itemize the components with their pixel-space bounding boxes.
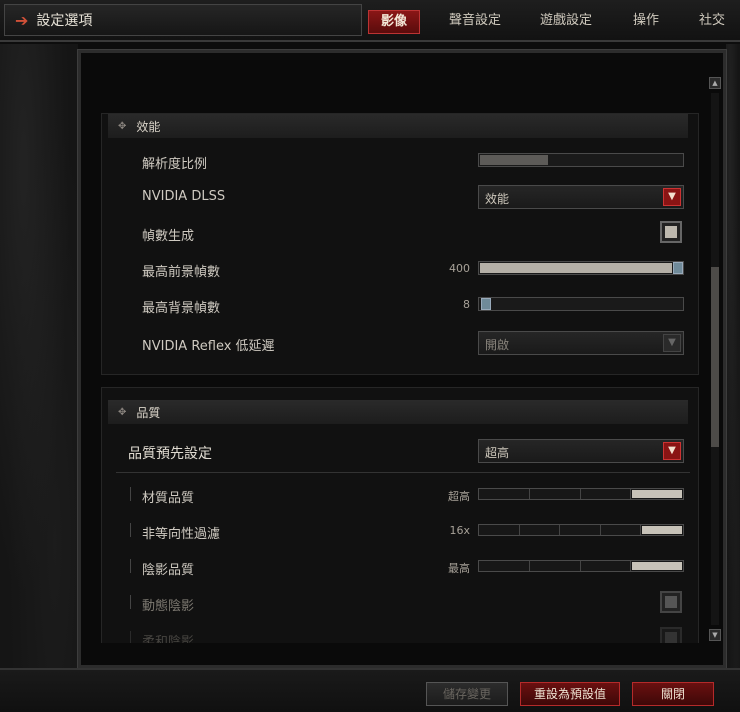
reflex-dropdown[interactable]: 開啟 ▼ [478, 331, 684, 355]
window-title: 設定選項 [36, 13, 93, 29]
level-segment [581, 489, 632, 499]
soft-shadows-checkbox[interactable] [660, 627, 682, 643]
quality-heading: ✥ 品質 [108, 400, 688, 424]
level-segment-active [632, 562, 682, 570]
tree-line [130, 559, 131, 573]
row-dynamic-shadows: 動態陰影 [102, 588, 698, 618]
quality-section: ✥ 品質 品質預先設定 超高 ▼ 材質品質 超高 非等向性過濾 16x 陰影品質… [101, 387, 699, 643]
divider [116, 472, 690, 473]
close-button[interactable]: 關閉 [632, 682, 714, 706]
row-resolution-scale: 解析度比例 [102, 146, 698, 176]
level-segment-active [642, 526, 682, 534]
chevron-down-icon[interactable]: ▼ [663, 442, 681, 460]
reset-defaults-button[interactable]: 重設為預設值 [520, 682, 620, 706]
shadow-quality-level-bar[interactable] [478, 560, 684, 572]
right-stone-frame [726, 44, 740, 668]
settings-scroll-area: ✥ 效能 解析度比例 NVIDIA DLSS 效能 ▼ 幀數生成 最高前景幀數 … [87, 73, 705, 643]
level-segment [560, 525, 601, 535]
level-segment [520, 525, 561, 535]
texture-quality-level-bar[interactable] [478, 488, 684, 500]
level-segment [479, 561, 530, 571]
max-foreground-fps-slider[interactable] [478, 261, 684, 275]
scroll-down-icon[interactable]: ▼ [709, 629, 721, 641]
row-frame-generation: 幀數生成 [102, 218, 698, 248]
tree-line [130, 523, 131, 537]
settings-header: ➔ 設定選項 影像 聲音設定 遊戲設定 操作 社交 [0, 0, 740, 42]
quality-preset-dropdown[interactable]: 超高 ▼ [478, 439, 684, 463]
row-shadow-quality: 陰影品質 最高 [102, 552, 698, 582]
tree-line [130, 487, 131, 501]
tab-controls[interactable]: 操作 [626, 10, 666, 34]
row-texture-quality: 材質品質 超高 [102, 480, 698, 510]
row-max-background-fps: 最高背景幀數 8 [102, 290, 698, 320]
title-bar: ➔ 設定選項 [4, 4, 362, 36]
level-segment [479, 525, 520, 535]
chevron-down-icon[interactable]: ▼ [663, 334, 681, 352]
settings-footer: 儲存變更 重設為預設值 關閉 [0, 668, 740, 712]
scroll-up-icon[interactable]: ▲ [709, 77, 721, 89]
resolution-scale-slider[interactable] [478, 153, 684, 167]
slider-fill [480, 263, 672, 273]
tab-video[interactable]: 影像 [368, 10, 420, 34]
level-segment [530, 561, 581, 571]
slider-fill [480, 155, 548, 165]
performance-heading: ✥ 效能 [108, 114, 688, 138]
left-stone-frame [0, 44, 78, 668]
section-diamond-icon: ✥ [118, 406, 127, 418]
scrollbar-thumb[interactable] [711, 267, 719, 447]
row-max-foreground-fps: 最高前景幀數 400 [102, 254, 698, 284]
tab-social[interactable]: 社交 [690, 10, 734, 34]
row-quality-preset: 品質預先設定 超高 ▼ [102, 436, 698, 466]
anisotropic-filtering-level-bar[interactable] [478, 524, 684, 536]
slider-knob[interactable] [481, 298, 491, 310]
row-reflex: NVIDIA Reflex 低延遲 開啟 ▼ [102, 328, 698, 358]
level-segment [581, 561, 632, 571]
level-segment [479, 489, 530, 499]
checkbox-mark [665, 632, 677, 643]
tree-line [130, 631, 131, 643]
checkbox-mark [665, 226, 677, 238]
level-segment [601, 525, 642, 535]
max-background-fps-value: 8 [463, 298, 470, 311]
dynamic-shadows-checkbox[interactable] [660, 591, 682, 613]
row-dlss: NVIDIA DLSS 效能 ▼ [102, 182, 698, 212]
checkbox-mark [665, 596, 677, 608]
row-soft-shadows: 柔和陰影 [102, 624, 698, 643]
level-segment [530, 489, 581, 499]
tree-line [130, 595, 131, 609]
level-segment-active [632, 490, 682, 498]
max-foreground-fps-value: 400 [449, 262, 470, 275]
max-background-fps-slider[interactable] [478, 297, 684, 311]
dlss-dropdown[interactable]: 效能 ▼ [478, 185, 684, 209]
tab-gameplay[interactable]: 遊戲設定 [530, 10, 602, 34]
slider-knob[interactable] [673, 262, 683, 274]
frame-generation-checkbox[interactable] [660, 221, 682, 243]
back-arrow-icon[interactable]: ➔ [15, 11, 28, 30]
tab-sound[interactable]: 聲音設定 [440, 10, 510, 34]
performance-section: ✥ 效能 解析度比例 NVIDIA DLSS 效能 ▼ 幀數生成 最高前景幀數 … [101, 113, 699, 375]
save-changes-button[interactable]: 儲存變更 [426, 682, 508, 706]
section-diamond-icon: ✥ [118, 120, 127, 132]
row-anisotropic-filtering: 非等向性過濾 16x [102, 516, 698, 546]
chevron-down-icon[interactable]: ▼ [663, 188, 681, 206]
settings-panel: ✥ 效能 解析度比例 NVIDIA DLSS 效能 ▼ 幀數生成 最高前景幀數 … [77, 49, 727, 669]
